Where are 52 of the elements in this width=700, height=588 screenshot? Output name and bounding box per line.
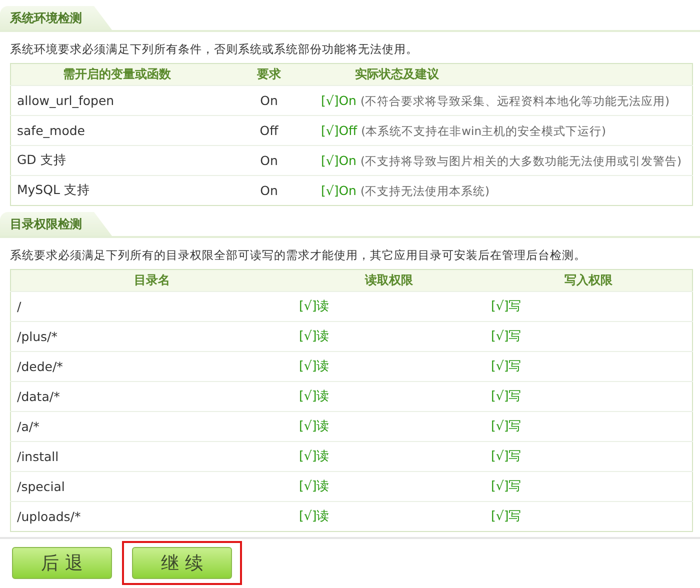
section-description: 系统要求必须满足下列所有的目录权限全部可读写的需求才能使用，其它应用目录可安装后在管理后台检测。: [9, 247, 587, 264]
table-cell: On: [260, 153, 278, 168]
table-cell: safe_mode: [17, 123, 85, 138]
table-cell: /: [17, 299, 22, 314]
write-status: [√]写: [491, 418, 522, 433]
write-status: [√]写: [491, 478, 522, 493]
write-status: [√]写: [491, 508, 522, 523]
read-status: [√]读: [299, 418, 330, 433]
status-note: (本系统不支持在非win主机的安全模式下运行): [361, 124, 606, 138]
column-header: 需开启的变量或函数: [63, 67, 171, 81]
column-header: 实际状态及建议: [355, 67, 439, 81]
column-header: 写入权限: [564, 273, 612, 287]
section-title: 目录权限检测: [0, 212, 112, 236]
table-cell: /uploads/*: [17, 509, 81, 524]
section-description: 系统环境要求必须满足下列所有条件，否则系统或系统部份功能将无法使用。: [9, 41, 419, 58]
status-text: [√]On: [321, 92, 356, 108]
write-status: [√]写: [491, 328, 522, 343]
column-header: 读取权限: [365, 273, 413, 287]
nav-button[interactable]: 后 退: [12, 547, 112, 579]
read-status: [√]读: [299, 508, 330, 523]
table-cell: /data/*: [17, 389, 60, 404]
read-status: [√]读: [299, 448, 330, 463]
write-status: [√]写: [491, 448, 522, 463]
status-text: [√]On: [321, 152, 356, 168]
column-header: 要求: [257, 67, 281, 81]
write-status: [√]写: [491, 298, 522, 313]
table-cell: Off: [260, 123, 278, 138]
status-text: [√]Off: [321, 122, 358, 138]
write-status: [√]写: [491, 388, 522, 403]
table-cell: GD 支持: [17, 152, 66, 167]
status-text: [√]On: [321, 182, 356, 198]
table-cell: allow_url_fopen: [17, 93, 114, 108]
read-status: [√]读: [299, 298, 330, 313]
table-cell: On: [260, 93, 278, 108]
status-note: (不支持无法使用本系统): [360, 184, 490, 198]
section-title: 系统环境检测: [0, 6, 112, 30]
table-cell: /plus/*: [17, 329, 58, 344]
read-status: [√]读: [299, 358, 330, 373]
read-status: [√]读: [299, 328, 330, 343]
read-status: [√]读: [299, 478, 330, 493]
table-cell: /a/*: [17, 419, 40, 434]
column-header: 目录名: [134, 273, 170, 287]
status-note: (不符合要求将导致采集、远程资料本地化等功能无法应用): [360, 94, 670, 108]
table-cell: /dede/*: [17, 359, 63, 374]
read-status: [√]读: [299, 388, 330, 403]
nav-button[interactable]: 继 续: [132, 547, 232, 579]
status-note: (不支持将导致与图片相关的大多数功能无法使用或引发警告): [360, 154, 682, 168]
table-cell: /special: [17, 479, 65, 494]
write-status: [√]写: [491, 358, 522, 373]
table-cell: MySQL 支持: [17, 182, 90, 197]
table-cell: /install: [17, 449, 59, 464]
table-cell: On: [260, 183, 278, 198]
